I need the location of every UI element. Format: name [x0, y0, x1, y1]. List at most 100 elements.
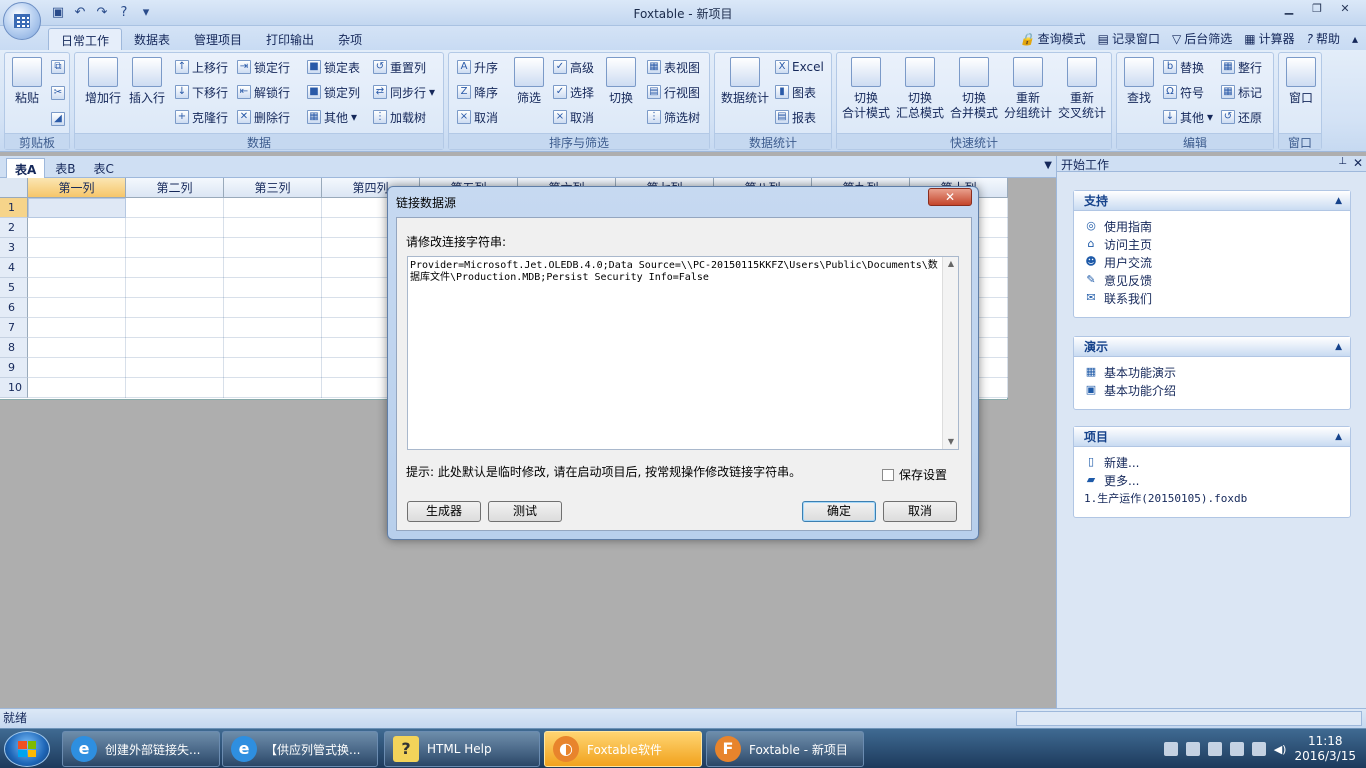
project-header[interactable]: 项目 ▲: [1074, 427, 1350, 447]
load-tree-button[interactable]: ⋮ 加载树: [373, 107, 426, 127]
lock-column-button[interactable]: ■ 锁定列: [307, 82, 360, 102]
cancel-filter-button[interactable]: × 取消: [553, 107, 594, 127]
grid-corner[interactable]: [0, 178, 28, 198]
collapse-icon[interactable]: ▲: [1335, 427, 1342, 447]
close-icon[interactable]: ✕: [1332, 1, 1358, 17]
sort-desc-button[interactable]: Z 降序: [457, 82, 498, 102]
demo-header[interactable]: 演示 ▲: [1074, 337, 1350, 357]
recent-project[interactable]: 1.生产运作(20150105).foxdb: [1074, 489, 1350, 507]
link-contact-us[interactable]: ✉ 联系我们: [1074, 289, 1350, 307]
link-basic-demo[interactable]: ▦ 基本功能演示: [1074, 363, 1350, 381]
minimize-icon[interactable]: ▁: [1276, 1, 1302, 17]
restore-icon[interactable]: ❐: [1304, 1, 1330, 17]
connection-string-input[interactable]: Provider=Microsoft.Jet.OLEDB.4.0;Data So…: [407, 256, 959, 450]
device-icon[interactable]: [1229, 742, 1244, 756]
link-more-projects[interactable]: ▰ 更多...: [1074, 471, 1350, 489]
excel-button[interactable]: X Excel: [775, 57, 824, 77]
link-new-project[interactable]: ▯ 新建...: [1074, 453, 1350, 471]
add-row-button[interactable]: 增加行: [81, 57, 125, 106]
tab-daily-work[interactable]: 日常工作: [48, 28, 123, 50]
qq-icon[interactable]: [1207, 742, 1222, 756]
link-basic-intro[interactable]: ▣ 基本功能介绍: [1074, 381, 1350, 399]
start-button[interactable]: [4, 731, 50, 767]
dialog-close-icon[interactable]: ✕: [928, 188, 972, 206]
sort-asc-button[interactable]: A 升序: [457, 57, 498, 77]
query-mode-button[interactable]: 🔒 查询模式: [1020, 30, 1086, 47]
row-header[interactable]: 8: [0, 338, 28, 358]
lock-row-button[interactable]: ⇥ 锁定行: [237, 57, 290, 77]
insert-row-button[interactable]: 插入行: [125, 57, 169, 106]
filter-button[interactable]: 筛选: [509, 57, 549, 106]
network-icon[interactable]: [1163, 742, 1178, 756]
support-header[interactable]: 支持 ▲: [1074, 191, 1350, 211]
toggle-summary-mode-button[interactable]: 切换 汇总模式: [893, 57, 947, 121]
format-painter-button[interactable]: ◢: [51, 109, 65, 129]
select-filter-button[interactable]: ✓ 选择: [553, 82, 594, 102]
lock-table-button[interactable]: ■ 锁定表: [307, 57, 360, 77]
mark-button[interactable]: ▦ 标记: [1221, 82, 1262, 102]
sync-row-button[interactable]: ⇄ 同步行 ▾: [373, 82, 435, 102]
link-user-exchange[interactable]: ☻ 用户交流: [1074, 253, 1350, 271]
collapse-icon[interactable]: ▲: [1335, 191, 1342, 211]
background-filter-button[interactable]: ▽ 后台筛选: [1172, 30, 1232, 47]
row-header[interactable]: 7: [0, 318, 28, 338]
taskbar-item-foxtable-software[interactable]: ◐ Foxtable软件: [544, 731, 702, 767]
report-button[interactable]: ▤ 报表: [775, 107, 816, 127]
row-header[interactable]: 5: [0, 278, 28, 298]
tab-data-table[interactable]: 数据表: [122, 28, 182, 50]
restore-button[interactable]: ↺ 还原: [1221, 107, 1262, 127]
app-menu-button[interactable]: [3, 2, 41, 40]
sheet-list-dropdown-icon[interactable]: ▼: [1044, 160, 1052, 171]
data-stats-button[interactable]: 数据统计: [717, 57, 773, 106]
replace-button[interactable]: b 替换: [1163, 57, 1204, 77]
other-data-button[interactable]: ▦ 其他 ▾: [307, 107, 357, 127]
recross-stats-button[interactable]: 重新 交叉统计: [1055, 57, 1109, 121]
delete-row-button[interactable]: ✕ 删除行: [237, 107, 290, 127]
column-header[interactable]: 第三列: [224, 178, 322, 198]
builder-button[interactable]: 生成器: [407, 501, 481, 522]
row-header[interactable]: 9: [0, 358, 28, 378]
tab-misc[interactable]: 杂项: [326, 28, 374, 50]
row-header[interactable]: 10: [0, 378, 28, 398]
calculator-button[interactable]: ▦ 计算器: [1244, 30, 1294, 47]
filter-tree-button[interactable]: ⋮ 筛选树: [647, 107, 700, 127]
taskbar-item-html-help[interactable]: ? HTML Help: [384, 731, 540, 767]
taskbar-item-ie-1[interactable]: e 创建外部链接失...: [62, 731, 220, 767]
toggle-sort-button[interactable]: 切换: [601, 57, 641, 106]
sheet-tab-a[interactable]: 表A: [6, 158, 46, 180]
scroll-down-icon[interactable]: ▼: [943, 435, 959, 449]
move-down-button[interactable]: ↓ 下移行: [175, 82, 228, 102]
collapse-icon[interactable]: ▲: [1335, 337, 1342, 357]
security-icon[interactable]: [1185, 742, 1200, 756]
clone-row-button[interactable]: + 克隆行: [175, 107, 228, 127]
ok-button[interactable]: 确定: [802, 501, 876, 522]
find-button[interactable]: 查找: [1119, 57, 1159, 106]
selected-cell[interactable]: [28, 198, 126, 218]
taskbar-item-foxtable-project[interactable]: F Foxtable - 新项目: [706, 731, 864, 767]
paste-button[interactable]: 粘贴: [9, 57, 45, 106]
close-icon[interactable]: ✕: [1353, 156, 1363, 170]
row-header[interactable]: 2: [0, 218, 28, 238]
other-edit-button[interactable]: ↓ 其他 ▾: [1163, 107, 1213, 127]
reset-column-button[interactable]: ↺ 重置列: [373, 57, 426, 77]
cut-button[interactable]: ✂: [51, 83, 65, 103]
toggle-merge-mode-button[interactable]: 切换 合并模式: [947, 57, 1001, 121]
test-button[interactable]: 测试: [488, 501, 562, 522]
scroll-up-icon[interactable]: ▲: [943, 257, 959, 271]
cancel-button[interactable]: 取消: [883, 501, 957, 522]
row-header[interactable]: 4: [0, 258, 28, 278]
volume-icon[interactable]: ◀): [1274, 743, 1287, 756]
unlock-row-button[interactable]: ⇤ 解锁行: [237, 82, 290, 102]
sort-cancel-button[interactable]: × 取消: [457, 107, 498, 127]
tab-print-output[interactable]: 打印输出: [254, 28, 326, 50]
trim-row-button[interactable]: ▦ 整行: [1221, 57, 1262, 77]
help-button[interactable]: ? 帮助: [1307, 30, 1340, 47]
copy-button[interactable]: ⧉: [51, 57, 65, 77]
window-button[interactable]: 窗口: [1283, 57, 1319, 106]
tab-manage-project[interactable]: 管理项目: [182, 28, 254, 50]
advanced-filter-button[interactable]: ✓ 高级: [553, 57, 594, 77]
link-user-guide[interactable]: ◎ 使用指南: [1074, 217, 1350, 235]
sheet-tab-b[interactable]: 表B: [47, 158, 83, 180]
checkbox-box[interactable]: [882, 468, 894, 481]
row-header[interactable]: 1: [0, 198, 28, 218]
